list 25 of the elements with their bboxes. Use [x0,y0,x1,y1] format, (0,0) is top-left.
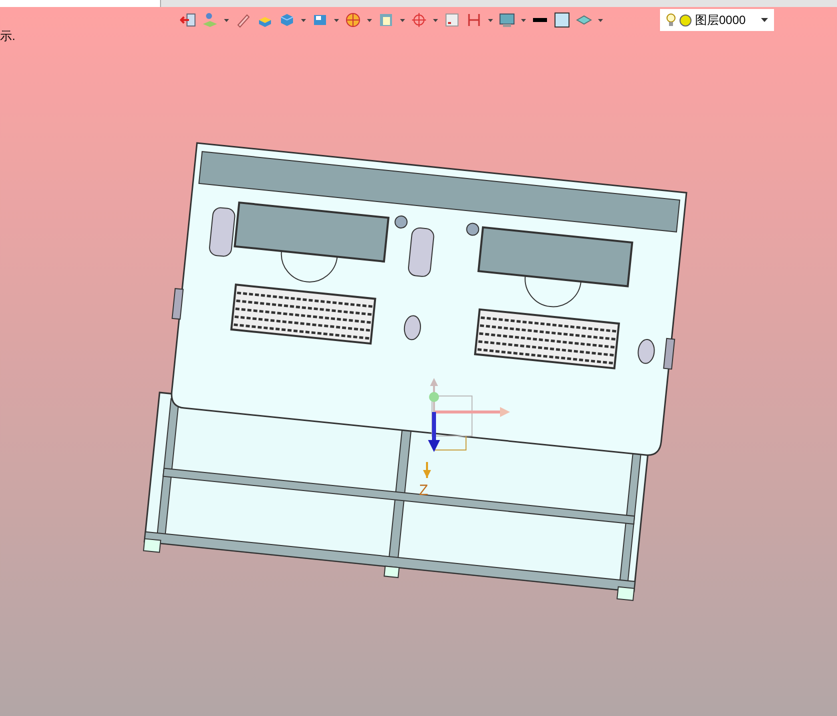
dropdown-caret-icon[interactable] [334,18,339,22]
exit-icon[interactable] [180,12,196,28]
dropdown-caret-icon[interactable] [433,18,438,22]
layer-dropdown[interactable]: 图层0000 [660,9,774,31]
pencil-icon[interactable] [235,12,251,28]
fill-color-icon[interactable] [554,12,570,28]
dropdown-caret-icon[interactable] [400,18,405,22]
caret-icon [761,18,768,22]
lightbulb-icon [666,13,676,27]
dimension-icon[interactable] [466,12,482,28]
layer-name: 图层0000 [695,12,746,29]
prompt-text: 示. [0,28,16,45]
dropdown-caret-icon[interactable] [224,18,229,22]
dropdown-caret-icon[interactable] [521,18,526,22]
window-icon[interactable] [444,12,460,28]
dropdown-caret-icon[interactable] [301,18,306,22]
frame-icon[interactable] [378,12,394,28]
sphere-icon[interactable] [345,12,361,28]
crosshair-icon[interactable] [411,12,427,28]
box-view-icon[interactable] [312,12,328,28]
dropdown-caret-icon[interactable] [488,18,493,22]
dropdown-caret-icon[interactable] [598,18,603,22]
layer-status-icon [679,14,692,26]
dropdown-caret-icon[interactable] [367,18,372,22]
monitor-icon[interactable] [499,12,515,28]
